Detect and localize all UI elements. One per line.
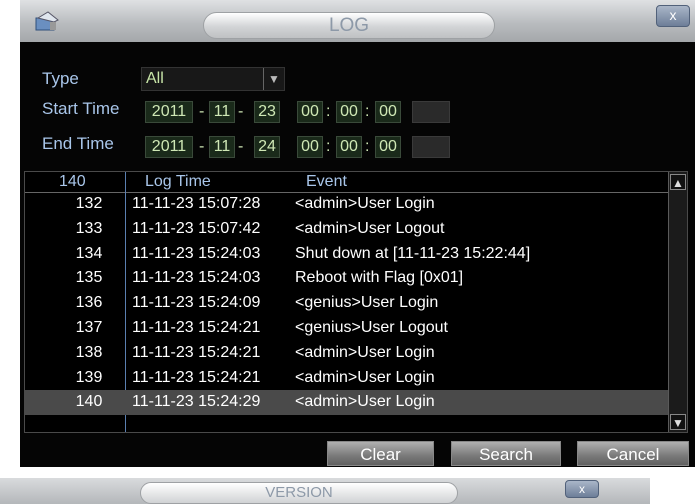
start-minute-field[interactable]: 00 xyxy=(336,101,362,123)
table-row[interactable]: 139 11-11-23 15:24:21 <admin>User Login xyxy=(25,366,668,391)
cancel-button[interactable]: Cancel xyxy=(577,441,689,466)
end-time-label: End Time xyxy=(42,134,114,153)
start-time-label: Start Time xyxy=(42,99,120,118)
table-row-selected[interactable]: 140 11-11-23 15:24:29 <admin>User Login xyxy=(25,390,668,416)
table-header: 140 Log Time Event xyxy=(25,172,669,193)
header-event[interactable]: Event xyxy=(306,172,347,192)
clear-button[interactable]: Clear xyxy=(327,441,434,466)
row-log-time: 11-11-23 15:24:03 xyxy=(132,244,261,262)
version-close-button[interactable]: x xyxy=(565,480,599,498)
time-separator: : xyxy=(326,138,331,155)
table-row[interactable]: 138 11-11-23 15:24:21 <admin>User Login xyxy=(25,341,668,366)
log-table: 140 Log Time Event 132 11-11-23 15:07:28… xyxy=(24,171,688,433)
row-event: <admin>User Logout xyxy=(295,219,445,237)
scroll-up-icon[interactable]: ▲ xyxy=(670,174,686,190)
date-separator: - xyxy=(199,103,205,120)
row-event: <admin>User Login xyxy=(295,343,435,361)
end-second-field[interactable]: 00 xyxy=(375,136,401,158)
row-log-time: 11-11-23 15:07:28 xyxy=(132,195,261,212)
end-day-field[interactable]: 24 xyxy=(254,136,280,158)
row-number: 132 xyxy=(75,195,103,212)
chevron-down-icon[interactable]: ▼ xyxy=(263,68,284,90)
end-hour-field[interactable]: 00 xyxy=(297,136,323,158)
row-event: <admin>User Login xyxy=(295,368,435,386)
version-window: VERSION x xyxy=(0,478,650,504)
row-log-time: 11-11-23 15:07:42 xyxy=(132,219,261,237)
search-button[interactable]: Search xyxy=(451,441,561,466)
date-separator: - xyxy=(199,138,205,155)
table-row[interactable]: 135 11-11-23 15:24:03 Reboot with Flag [… xyxy=(25,266,668,291)
table-row[interactable]: 136 11-11-23 15:24:09 <genius>User Login xyxy=(25,291,668,316)
table-row[interactable]: 133 11-11-23 15:07:42 <admin>User Logout xyxy=(25,217,668,242)
row-number: 133 xyxy=(75,219,103,237)
row-number: 137 xyxy=(75,318,103,336)
time-separator: : xyxy=(365,103,370,120)
row-event: <genius>User Login xyxy=(295,294,439,312)
app-tools-icon xyxy=(35,11,59,31)
table-row[interactable]: 132 11-11-23 15:07:28 <admin>User Login xyxy=(25,192,668,217)
row-event: <admin>User Login xyxy=(295,195,435,212)
start-extra-field[interactable] xyxy=(412,101,450,123)
type-select-value: All xyxy=(146,70,164,87)
row-number: 136 xyxy=(75,294,103,312)
row-number: 134 xyxy=(75,244,103,262)
log-window: LOG x Type All ▼ Start Time 2011 - 11 - … xyxy=(20,0,695,467)
row-log-time: 11-11-23 15:24:21 xyxy=(132,318,261,336)
time-separator: : xyxy=(365,138,370,155)
row-event: Reboot with Flag [0x01] xyxy=(295,269,464,287)
title-bar[interactable]: LOG x xyxy=(20,0,695,42)
row-log-time: 11-11-23 15:24:21 xyxy=(132,343,261,361)
version-window-title: VERSION xyxy=(140,482,458,504)
row-log-time: 11-11-23 15:24:09 xyxy=(132,294,261,312)
row-log-time: 11-11-23 15:24:03 xyxy=(132,269,261,287)
start-day-field[interactable]: 23 xyxy=(254,101,280,123)
start-hour-field[interactable]: 00 xyxy=(297,101,323,123)
row-event: Shut down at [11-11-23 15:22:44] xyxy=(295,244,531,262)
row-number: 135 xyxy=(75,269,103,287)
start-year-field[interactable]: 2011 xyxy=(145,101,193,123)
table-body: 132 11-11-23 15:07:28 <admin>User Login … xyxy=(25,192,668,416)
date-separator: - xyxy=(238,138,244,155)
start-month-field[interactable]: 11 xyxy=(209,101,235,123)
type-label: Type xyxy=(42,69,79,88)
header-count: 140 xyxy=(59,173,86,190)
row-number: 138 xyxy=(75,343,103,361)
row-event: <genius>User Logout xyxy=(295,318,448,336)
start-second-field[interactable]: 00 xyxy=(375,101,401,123)
row-number: 140 xyxy=(75,393,103,411)
type-select[interactable]: All ▼ xyxy=(141,67,285,91)
row-event: <admin>User Login xyxy=(295,393,435,411)
end-extra-field[interactable] xyxy=(412,136,450,158)
table-row[interactable]: 134 11-11-23 15:24:03 Shut down at [11-1… xyxy=(25,242,668,267)
end-minute-field[interactable]: 00 xyxy=(336,136,362,158)
date-separator: - xyxy=(238,103,244,120)
time-separator: : xyxy=(326,103,331,120)
row-number: 139 xyxy=(75,368,103,386)
header-log-time[interactable]: Log Time xyxy=(145,172,211,192)
scroll-to-end-icon[interactable]: ▼ xyxy=(670,414,686,430)
end-year-field[interactable]: 2011 xyxy=(145,136,193,158)
table-row[interactable]: 137 11-11-23 15:24:21 <genius>User Logou… xyxy=(25,316,668,341)
row-log-time: 11-11-23 15:24:29 xyxy=(132,393,261,411)
row-log-time: 11-11-23 15:24:21 xyxy=(132,368,261,386)
close-button[interactable]: x xyxy=(656,5,690,27)
end-month-field[interactable]: 11 xyxy=(209,136,235,158)
vertical-scrollbar[interactable]: ▲ ▼ xyxy=(668,172,687,432)
window-title: LOG xyxy=(203,12,495,39)
